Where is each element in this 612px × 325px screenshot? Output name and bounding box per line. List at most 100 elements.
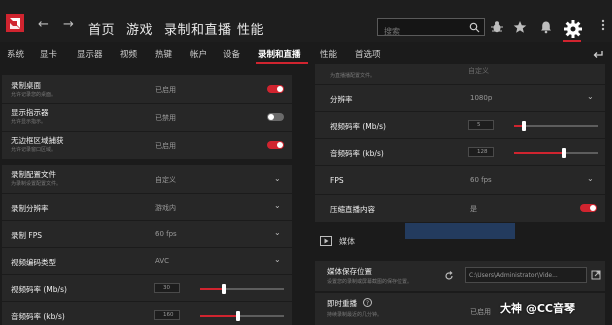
row-title: 视频码率 (Mb/s) <box>330 122 386 131</box>
video-bitrate-input[interactable]: 30 <box>154 283 180 293</box>
tab-account[interactable]: 帐户 <box>190 48 207 60</box>
settings-gear-button[interactable] <box>562 18 584 40</box>
search-icon[interactable] <box>469 22 480 33</box>
row-title: 显示指示器 <box>11 108 49 117</box>
row-description: 设置您的录制或屏幕截图的保存位置。 <box>327 279 413 285</box>
row-title: 即时重播 <box>327 299 357 308</box>
show-indicator-row: 显示指示器 允许显示指示。 已禁用 <box>2 104 292 131</box>
search-box[interactable] <box>377 18 485 39</box>
video-bitrate-slider[interactable] <box>200 284 284 294</box>
stream-resolution-row[interactable]: 分辨率 1080p ⌄ <box>315 85 605 111</box>
watermark-text: 大神 @CC音琴 <box>500 302 575 315</box>
row-description: 允许记录您的桌面。 <box>11 92 57 98</box>
row-value: AVC <box>155 257 170 265</box>
top-bar: ← → 首页 游戏 录制和直播 性能 <box>0 0 612 42</box>
tab-preferences[interactable]: 首选项 <box>355 48 381 60</box>
record-desktop-toggle[interactable] <box>267 85 284 93</box>
help-icon[interactable]: ? <box>363 298 372 307</box>
stream-fps-row[interactable]: FPS 60 fps ⌄ <box>315 166 605 194</box>
chevron-down-icon[interactable]: ⌄ <box>274 174 281 183</box>
row-title: FPS <box>330 176 344 185</box>
row-title: 录制 FPS <box>11 231 42 240</box>
row-value: 已禁用 <box>155 114 176 122</box>
record-fps-row[interactable]: 录制 FPS 60 fps ⌄ <box>2 221 292 247</box>
active-tab-indicator <box>256 62 308 64</box>
stream-audio-bitrate-slider[interactable] <box>514 148 598 158</box>
chevron-down-icon[interactable]: ⌄ <box>274 228 281 237</box>
compress-stream-row: 压缩直播内容 是 <box>315 195 605 222</box>
save-location-field[interactable]: C:\Users\Administrator\Vide... <box>465 267 587 283</box>
svg-text:?: ? <box>366 300 369 307</box>
notification-bell-icon[interactable] <box>539 20 553 34</box>
amd-logo-icon <box>6 14 24 32</box>
row-title: 录制分辨率 <box>11 204 49 213</box>
app-window: ← → 首页 游戏 录制和直播 性能 搜索 系统 显卡 显示器 视频 热键 帐户… <box>0 0 612 325</box>
highlight-strip <box>405 223 515 239</box>
media-icon <box>320 236 332 246</box>
row-title: 媒体保存位置 <box>327 267 372 276</box>
row-title: 录制配置文件 <box>11 170 56 179</box>
tab-performance[interactable]: 性能 <box>320 48 337 60</box>
row-value: 已启用 <box>155 142 176 150</box>
record-resolution-row[interactable]: 录制分辨率 游戏内 ⌄ <box>2 194 292 220</box>
nav-games[interactable]: 游戏 <box>126 19 153 38</box>
forward-arrow-icon[interactable]: → <box>63 17 74 32</box>
return-icon[interactable] <box>592 48 604 60</box>
compress-stream-toggle[interactable] <box>580 204 597 212</box>
row-value: 60 fps <box>155 230 177 238</box>
back-arrow-icon[interactable]: ← <box>38 17 49 32</box>
media-save-location-row: 媒体保存位置 设置您的录制或屏幕截图的保存位置。 C:\Users\Admini… <box>315 261 605 291</box>
audio-bitrate-slider[interactable] <box>200 311 284 321</box>
save-location-value: C:\Users\Administrator\Vide... <box>469 272 558 279</box>
record-profile-row[interactable]: 录制配置文件 为录制设置配置文件。 自定义 ⌄ <box>2 165 292 193</box>
tab-record-stream[interactable]: 录制和直播 <box>258 48 301 60</box>
row-value: 60 fps <box>470 176 492 184</box>
row-value: 是 <box>470 205 477 213</box>
reset-icon[interactable] <box>444 271 454 281</box>
bug-report-icon[interactable] <box>490 20 504 34</box>
nav-record-stream[interactable]: 录制和直播 <box>164 19 232 38</box>
record-desktop-row: 录制桌面 允许记录您的桌面。 已启用 <box>2 75 292 103</box>
stream-video-bitrate-slider[interactable] <box>514 121 598 131</box>
row-title: 视频编码类型 <box>11 258 56 267</box>
settings-tabs: 系统 显卡 显示器 视频 热键 帐户 设备 录制和直播 性能 首选项 <box>0 42 612 64</box>
row-description: 允许显示指示。 <box>11 119 47 125</box>
row-value: 已启用 <box>155 86 176 94</box>
open-folder-icon[interactable] <box>591 270 601 280</box>
tab-graphics[interactable]: 显卡 <box>40 48 57 60</box>
stream-audio-bitrate-row: 音频码率 (kb/s) 128 <box>315 139 605 165</box>
favorites-star-icon[interactable] <box>513 20 527 34</box>
row-title: 音频码率 (kb/s) <box>330 149 384 158</box>
stream-audio-bitrate-input[interactable]: 128 <box>468 147 494 157</box>
borderless-capture-row: 无边框区域捕获 允许记录窗口区域。 已启用 <box>2 132 292 159</box>
stream-profile-row[interactable]: 为直播播配置文件。 自定义 <box>315 64 605 84</box>
row-value: 已启用 <box>470 308 491 316</box>
row-description: 为直播播配置文件。 <box>330 73 376 79</box>
more-options-icon[interactable] <box>597 19 609 31</box>
chevron-down-icon[interactable]: ⌄ <box>274 255 281 264</box>
nav-performance[interactable]: 性能 <box>237 19 264 38</box>
chevron-down-icon[interactable]: ⌄ <box>587 92 594 101</box>
stream-video-bitrate-input[interactable]: 5 <box>468 120 494 130</box>
gear-icon <box>564 20 582 38</box>
nav-home[interactable]: 首页 <box>88 19 115 38</box>
tab-hotkeys[interactable]: 热键 <box>155 48 172 60</box>
record-audio-bitrate-row: 音频码率 (kb/s) 160 <box>2 302 292 325</box>
audio-bitrate-input[interactable]: 160 <box>154 310 180 320</box>
chevron-down-icon[interactable]: ⌄ <box>274 201 281 210</box>
row-title: 分辨率 <box>330 95 353 104</box>
search-input[interactable] <box>378 24 468 39</box>
chevron-down-icon[interactable]: ⌄ <box>587 174 594 183</box>
row-value: 1080p <box>470 94 493 102</box>
borderless-capture-toggle[interactable] <box>267 141 284 149</box>
record-video-bitrate-row: 视频码率 (Mb/s) 30 <box>2 275 292 301</box>
row-description: 为录制设置配置文件。 <box>11 181 62 187</box>
show-indicator-toggle[interactable] <box>267 113 284 121</box>
row-description: 持续录制最近的几分钟。 <box>327 312 383 318</box>
tab-video[interactable]: 视频 <box>120 48 137 60</box>
video-encoding-row[interactable]: 视频编码类型 AVC ⌄ <box>2 248 292 274</box>
tab-display[interactable]: 显示器 <box>77 48 103 60</box>
tab-devices[interactable]: 设备 <box>223 48 240 60</box>
row-value: 游戏内 <box>155 204 176 212</box>
tab-system[interactable]: 系统 <box>7 48 24 60</box>
